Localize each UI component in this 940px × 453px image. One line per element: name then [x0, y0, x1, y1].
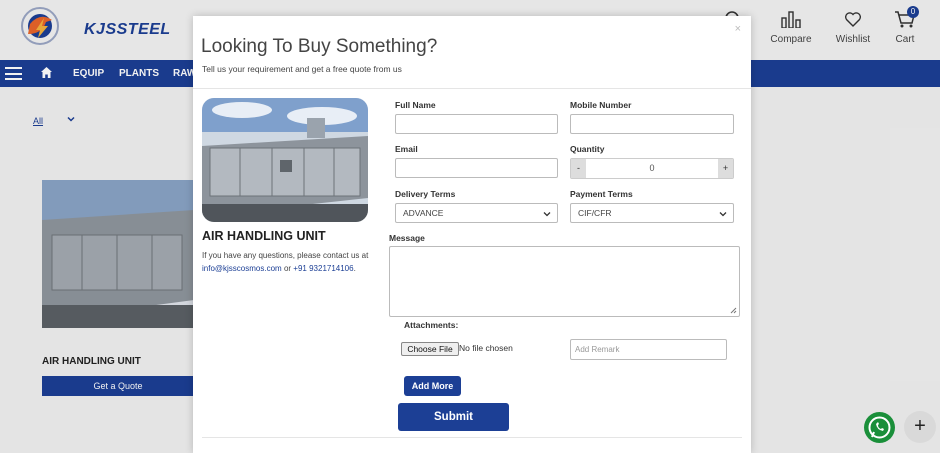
delivery-terms-label: Delivery Terms — [395, 189, 456, 199]
modal-header-divider — [193, 88, 751, 89]
close-icon[interactable]: × — [735, 23, 741, 35]
quote-modal: Looking To Buy Something? Tell us your r… — [193, 16, 751, 453]
modal-title: Looking To Buy Something? — [201, 36, 438, 57]
modal-footer-divider — [202, 437, 742, 438]
chevron-down-icon — [543, 212, 551, 217]
message-label: Message — [389, 233, 425, 243]
full-name-label: Full Name — [395, 100, 436, 110]
resize-handle-icon[interactable] — [730, 307, 737, 314]
attachments-label: Attachments: — [404, 320, 459, 330]
full-name-input[interactable] — [395, 114, 558, 134]
quantity-input[interactable]: 0 — [586, 159, 718, 178]
email-label: Email — [395, 144, 418, 154]
submit-button[interactable]: Submit — [398, 403, 509, 431]
contact-email-link[interactable]: info@kjsscosmos.com — [202, 264, 282, 273]
remark-input[interactable]: Add Remark — [570, 339, 727, 360]
contact-phone-link[interactable]: +91 9321714106 — [293, 264, 353, 273]
payment-terms-label: Payment Terms — [570, 189, 633, 199]
mobile-number-input[interactable] — [570, 114, 734, 134]
whatsapp-button[interactable] — [864, 412, 895, 443]
quantity-label: Quantity — [570, 144, 605, 154]
quantity-minus-button[interactable]: - — [571, 159, 586, 178]
no-file-chosen-text: No file chosen — [459, 343, 513, 353]
mobile-number-label: Mobile Number — [570, 100, 632, 110]
quantity-plus-button[interactable]: + — [718, 159, 733, 178]
payment-terms-select[interactable]: CIF/CFR — [570, 203, 734, 223]
email-input[interactable] — [395, 158, 558, 178]
delivery-terms-value: ADVANCE — [403, 208, 444, 218]
quantity-stepper: - 0 + — [570, 158, 734, 179]
chevron-down-icon — [719, 212, 727, 217]
product-title: AIR HANDLING UNIT — [202, 229, 326, 243]
whatsapp-icon — [868, 416, 891, 439]
choose-file-button[interactable]: Choose File — [401, 342, 459, 356]
delivery-terms-select[interactable]: ADVANCE — [395, 203, 558, 223]
message-textarea[interactable] — [389, 246, 740, 317]
modal-subtitle: Tell us your requirement and get a free … — [202, 64, 402, 74]
product-contact-info: If you have any questions, please contac… — [202, 251, 369, 273]
payment-terms-value: CIF/CFR — [578, 208, 612, 218]
expand-actions-button[interactable]: + — [904, 411, 936, 443]
product-image — [202, 98, 368, 222]
add-more-button[interactable]: Add More — [404, 376, 461, 396]
